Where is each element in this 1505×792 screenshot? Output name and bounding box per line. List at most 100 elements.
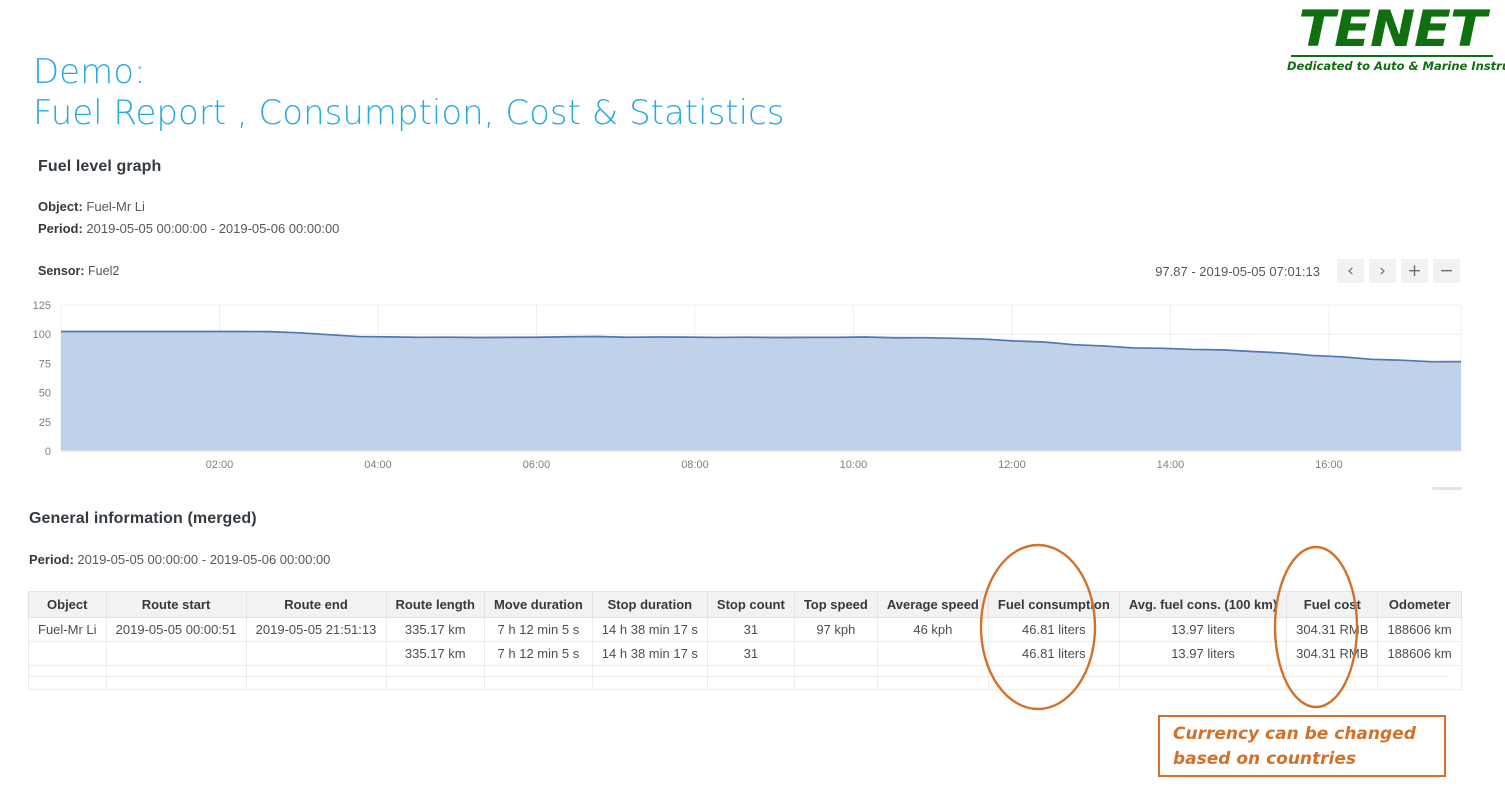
chart-x-tick-label: 06:00 [523, 459, 551, 471]
chart-y-tick-label: 25 [39, 417, 51, 429]
chart-x-tick-label: 16:00 [1315, 459, 1343, 471]
table-header-cell: Object [28, 591, 107, 618]
table-cell: 13.97 liters [1118, 617, 1288, 642]
table-cell [105, 641, 247, 666]
chart-next-button[interactable]: › [1369, 259, 1396, 283]
table-cell [591, 665, 708, 690]
table-cell [245, 641, 387, 666]
table-cell: 46 kph [876, 617, 989, 642]
table-cell [105, 665, 247, 690]
table-cell [876, 641, 989, 666]
table-header-cell: Stop duration [591, 591, 708, 618]
table-cell: 46.81 liters [987, 617, 1120, 642]
table-cell [28, 641, 107, 666]
table-header-cell: Avg. fuel cons. (100 km) [1118, 591, 1288, 618]
period-meta-row: Period: 2019-05-05 00:00:00 - 2019-05-06… [38, 221, 339, 236]
period-label: Period: [38, 221, 83, 236]
currency-note-line-1: Currency can be changed [1173, 724, 1416, 744]
table-cell: 46.81 liters [987, 641, 1120, 666]
table-cell [483, 665, 593, 690]
chart-prev-button[interactable]: ‹ [1337, 259, 1364, 283]
table-row: Fuel-Mr Li 2019-05-05 00:00:51 2019-05-05 … [28, 617, 1462, 642]
currency-note-line-2: based on countries [1173, 749, 1357, 769]
table-cell: 97 kph [793, 617, 878, 642]
table-cell: 31 [706, 641, 795, 666]
chart-scrollbar[interactable] [1432, 487, 1462, 490]
general-information-heading: General information (merged) [29, 510, 257, 527]
sensor-label: Sensor: [38, 264, 85, 278]
table-header-cell: Average speed [876, 591, 989, 618]
general-period-row: Period: 2019-05-05 00:00:00 - 2019-05-06… [29, 552, 330, 567]
fuel-level-graph-heading: Fuel level graph [38, 158, 162, 175]
fuel-level-chart[interactable]: 0 25 50 75 100 125 02:00 04:00 06:00 08:00 10:00 12… [0, 292, 1470, 492]
chart-x-tick-label: 02:00 [206, 459, 234, 471]
table-header-row: Object Route start Route end Route length Mo… [28, 591, 1462, 618]
general-period-label: Period: [29, 552, 74, 567]
sensor-meta-row: Sensor: Fuel2 [38, 264, 119, 278]
tenet-logo: TENET Dedicated to Auto & Marine Instrum… [1287, 4, 1505, 73]
page-title: Demo: Fuel Report , Consumption, Cost & … [33, 52, 785, 134]
currency-note-text: Currency can be changed based on countri… [1160, 717, 1444, 772]
table-cell: 31 [706, 617, 795, 642]
chart-x-tick-label: 14:00 [1157, 459, 1185, 471]
table-header-cell: Fuel cost [1286, 591, 1379, 618]
chart-zoom-out-button[interactable]: − [1433, 259, 1460, 283]
table-cell: 13.97 liters [1118, 641, 1288, 666]
chart-readout: 97.87 - 2019-05-05 07:01:13 [1155, 263, 1320, 279]
table-cell: 14 h 38 min 17 s [591, 641, 708, 666]
table-cell [1286, 665, 1379, 690]
table-cell [793, 641, 878, 666]
table-cell: Fuel-Mr Li [28, 617, 107, 642]
table-cell [876, 665, 989, 690]
chart-y-tick-label: 75 [39, 358, 51, 370]
table-header-cell: Fuel consumption [987, 591, 1120, 618]
object-label: Object: [38, 199, 83, 214]
table-cell [706, 665, 795, 690]
table-bottom-divider [28, 676, 1448, 677]
period-value: 2019-05-05 00:00:00 - 2019-05-06 00:00:0… [86, 221, 340, 236]
table-cell [28, 665, 107, 690]
table-header-cell: Route start [105, 591, 247, 618]
chart-toolbar: 97.87 - 2019-05-05 07:01:13 ‹ › + − [1155, 259, 1460, 283]
general-period-value: 2019-05-05 00:00:00 - 2019-05-06 00:00:0… [77, 552, 331, 567]
table-header-cell: Route length [385, 591, 485, 618]
table-header-cell: Move duration [483, 591, 593, 618]
table-cell [1118, 665, 1288, 690]
table-row: 335.17 km 7 h 12 min 5 s 14 h 38 min 17 s3… [28, 641, 1462, 666]
table-cell [1377, 665, 1462, 690]
logo-wordmark: TENET [1298, 0, 1486, 58]
table-cell: 335.17 km [385, 641, 485, 666]
table-cell [385, 665, 485, 690]
table-cell: 304.31 RMB [1286, 617, 1379, 642]
chart-y-tick-label: 0 [45, 446, 51, 458]
currency-note-box: Currency can be changed based on countri… [1158, 715, 1446, 777]
table-row [28, 665, 1462, 690]
table-cell: 2019-05-05 00:00:51 [105, 617, 247, 642]
chart-y-tick-label: 50 [39, 388, 51, 400]
table-header-cell: Odometer [1377, 591, 1462, 618]
table-cell [793, 665, 878, 690]
table-header-cell: Route end [245, 591, 387, 618]
table-cell: 188606 km [1377, 641, 1462, 666]
chart-x-tick-label: 10:00 [840, 459, 868, 471]
table-cell: 7 h 12 min 5 s [483, 641, 593, 666]
table-cell [245, 665, 387, 690]
object-value: Fuel-Mr Li [86, 199, 145, 214]
fuel-level-chart-svg: 0 25 50 75 100 125 02:00 04:00 06:00 08:00 10:00 12… [33, 300, 1462, 471]
table-header-cell: Top speed [793, 591, 878, 618]
chart-x-tick-label: 12:00 [998, 459, 1026, 471]
chart-x-tick-label: 04:00 [364, 459, 392, 471]
table-cell [987, 665, 1120, 690]
table-cell: 14 h 38 min 17 s [591, 617, 708, 642]
sensor-value: Fuel2 [88, 264, 120, 278]
page-title-line-1: Demo: [33, 52, 146, 92]
table-cell: 335.17 km [385, 617, 485, 642]
table-cell: 188606 km [1377, 617, 1462, 642]
chart-zoom-in-button[interactable]: + [1401, 259, 1428, 283]
table-cell: 2019-05-05 21:51:13 [245, 617, 387, 642]
table-cell: 7 h 12 min 5 s [483, 617, 593, 642]
table-header-cell: Stop count [706, 591, 795, 618]
chart-y-tick-label: 125 [33, 300, 51, 312]
object-meta-row: Object: Fuel-Mr Li [38, 199, 145, 214]
logo-tagline: Dedicated to Auto & Marine Instruments [1287, 58, 1505, 73]
